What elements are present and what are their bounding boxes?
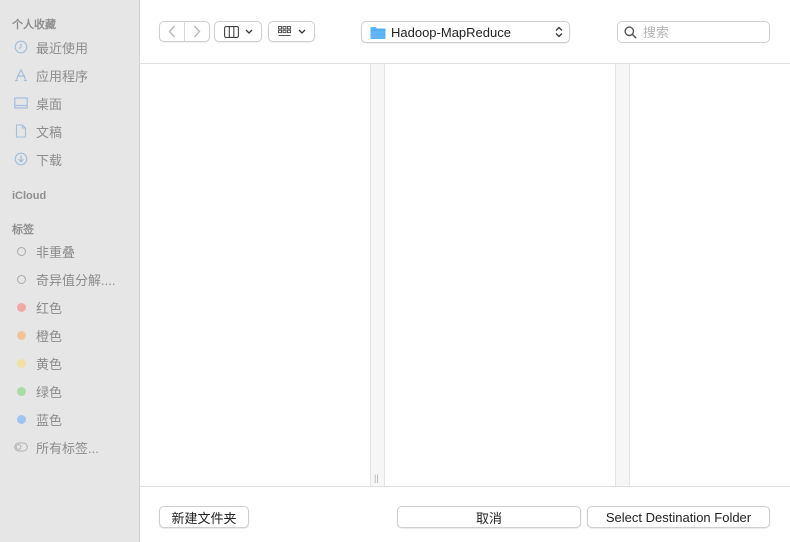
- sidebar-item-label: 文稿: [36, 124, 63, 140]
- document-icon: [12, 122, 30, 140]
- sidebar-tag-green[interactable]: 绿色: [12, 380, 136, 402]
- chevron-left-icon: [168, 25, 176, 38]
- sidebar-item-label: 桌面: [36, 96, 63, 112]
- select-destination-button[interactable]: Select Destination Folder: [587, 506, 770, 528]
- nav-buttons: [159, 21, 210, 42]
- sidebar-item-label: 最近使用: [36, 40, 89, 56]
- path-label: Hadoop-MapReduce: [391, 24, 511, 40]
- sidebar-tag-item[interactable]: 奇异值分解....: [12, 268, 136, 290]
- sidebar-tag-red[interactable]: 红色: [12, 296, 136, 318]
- tag-dot-icon: [12, 382, 30, 400]
- tag-dot-icon: [12, 410, 30, 428]
- tag-ring-icon: [12, 270, 30, 288]
- column-resize-handle[interactable]: ||: [370, 64, 385, 486]
- column-browser: ||: [140, 64, 790, 486]
- sidebar-tag-blue[interactable]: 蓝色: [12, 408, 136, 430]
- group-button[interactable]: [268, 21, 315, 42]
- tag-dot-icon: [12, 298, 30, 316]
- chevron-down-icon: [298, 29, 305, 34]
- sidebar-tag-label: 橙色: [36, 328, 63, 344]
- up-down-chevron-icon: [555, 26, 563, 38]
- sidebar-item-label: 下载: [36, 152, 63, 168]
- sidebar-tag-label: 蓝色: [36, 412, 63, 428]
- back-button[interactable]: [160, 25, 184, 38]
- search-icon: [624, 25, 637, 39]
- sidebar-item-recents[interactable]: 最近使用: [12, 36, 136, 58]
- desktop-icon: [12, 94, 30, 112]
- sidebar-tag-label: 奇异值分解....: [36, 272, 116, 288]
- view-mode-button[interactable]: [214, 21, 262, 42]
- clock-icon: [12, 38, 30, 56]
- sidebar-item-label: 所有标签...: [36, 440, 99, 456]
- sidebar-tag-yellow[interactable]: 黄色: [12, 352, 136, 374]
- sidebar-item-applications[interactable]: 应用程序: [12, 64, 136, 86]
- grid-group-icon: [277, 26, 291, 36]
- all-tags-icon: [12, 438, 30, 456]
- tag-ring-icon: [12, 242, 30, 260]
- column-view-icon: [223, 25, 239, 38]
- new-folder-button[interactable]: 新建文件夹: [159, 506, 249, 528]
- sidebar: 个人收藏 最近使用 应用程序 桌面 文稿 下载 iCloud 标签 非重叠 奇异…: [0, 0, 140, 542]
- tag-dot-icon: [12, 354, 30, 372]
- browser-column-1[interactable]: [140, 64, 370, 486]
- chevron-down-icon: [245, 29, 252, 34]
- sidebar-item-documents[interactable]: 文稿: [12, 120, 136, 142]
- dialog-footer: 新建文件夹 取消 Select Destination Folder: [140, 486, 790, 542]
- tag-dot-icon: [12, 326, 30, 344]
- forward-button[interactable]: [185, 25, 209, 38]
- sidebar-tag-label: 黄色: [36, 356, 63, 372]
- resize-grip-icon: ||: [374, 473, 379, 483]
- chevron-right-icon: [193, 25, 201, 38]
- sidebar-tag-label: 绿色: [36, 384, 63, 400]
- download-icon: [12, 150, 30, 168]
- sidebar-tag-label: 非重叠: [36, 244, 76, 260]
- folder-icon: [370, 26, 386, 39]
- sidebar-item-downloads[interactable]: 下载: [12, 148, 136, 170]
- cancel-button[interactable]: 取消: [397, 506, 581, 528]
- tags-header: 标签: [12, 224, 34, 236]
- sidebar-tag-item[interactable]: 非重叠: [12, 240, 136, 262]
- favorites-header: 个人收藏: [12, 19, 56, 31]
- path-popup[interactable]: Hadoop-MapReduce: [361, 21, 570, 43]
- sidebar-tag-label: 红色: [36, 300, 63, 316]
- sidebar-all-tags[interactable]: 所有标签...: [12, 436, 136, 458]
- browser-column-2[interactable]: [385, 64, 615, 486]
- search-input[interactable]: [643, 24, 763, 40]
- sidebar-tag-orange[interactable]: 橙色: [12, 324, 136, 346]
- icloud-header: iCloud: [12, 190, 47, 202]
- column-resize-handle[interactable]: [615, 64, 630, 486]
- sidebar-item-label: 应用程序: [36, 68, 89, 84]
- browser-column-3[interactable]: [630, 64, 790, 486]
- applications-icon: [12, 66, 30, 84]
- sidebar-item-desktop[interactable]: 桌面: [12, 92, 136, 114]
- search-field[interactable]: [617, 21, 770, 43]
- toolbar: Hadoop-MapReduce: [140, 0, 790, 64]
